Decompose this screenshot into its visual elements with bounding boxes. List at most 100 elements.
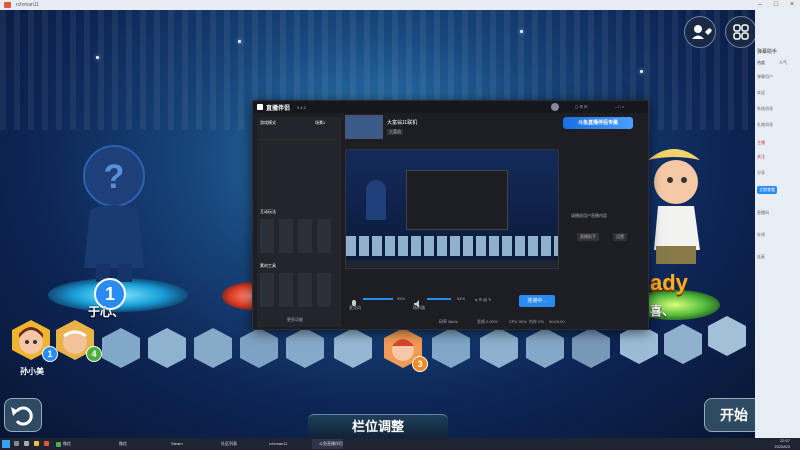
taskbar-item[interactable]: 社区列表	[214, 439, 237, 449]
start-button[interactable]: 开始	[704, 398, 755, 432]
window-titlebar: rcfxman11 – □ ×	[0, 0, 800, 10]
window-title: rcfxman11	[16, 2, 39, 8]
character-slot[interactable]	[708, 316, 746, 356]
character-slot[interactable]	[620, 324, 658, 364]
taskbar-item[interactable]: Steam	[164, 439, 183, 449]
explorer-icon[interactable]	[34, 441, 39, 446]
character-slot[interactable]	[334, 328, 372, 368]
minimize-button[interactable]: –	[752, 0, 768, 10]
app-header: 直播伴侣 9.4.2 ◻ ⚙ ✉ – □ ×	[253, 101, 648, 113]
character-slot[interactable]	[526, 328, 564, 368]
live-room-thumbnail[interactable]	[345, 115, 383, 139]
stat-duration: 00:00:00	[549, 319, 565, 324]
character-slot[interactable]	[148, 328, 186, 368]
panel-line: 弹幕用户	[757, 74, 773, 79]
panel-line: 分享	[757, 170, 765, 175]
material-tools-grid[interactable]	[260, 273, 336, 307]
speaker-icon[interactable]	[413, 295, 423, 308]
user-avatar[interactable]	[551, 103, 559, 111]
player-badge: 1	[42, 346, 58, 362]
panel-line: 主播	[757, 140, 765, 145]
character-slot[interactable]	[432, 328, 470, 368]
stat-bitrate: 码率 0kb/s	[439, 319, 458, 324]
browser-icon[interactable]	[44, 441, 49, 446]
stream-preview	[345, 149, 559, 269]
stat-dropframes: 丢帧 0.00%	[477, 319, 498, 324]
panel-tab[interactable]: 热度	[757, 60, 765, 66]
third-badge: 3	[412, 356, 428, 372]
preview-taskbar	[346, 260, 558, 268]
speaker-volume-slider[interactable]	[427, 298, 451, 300]
wechat-icon	[56, 442, 61, 447]
panel-line: 连麦	[757, 254, 765, 259]
character-slot[interactable]	[102, 328, 140, 368]
task-view-icon[interactable]	[24, 441, 29, 446]
character-slot[interactable]	[572, 328, 610, 368]
panel-line: 直播间	[757, 210, 769, 215]
mic-icon[interactable]	[349, 295, 359, 306]
windows-taskbar: 微信 微信 Steam 社区列表 rcfxman11 斗鱼直播伴侣 22:57 …	[0, 438, 800, 450]
panel-view-button[interactable]: 立即查看	[757, 186, 777, 194]
panel-title: 弹幕助手	[757, 49, 778, 55]
promo-banner[interactable]: 斗鱼直播伴侣专属	[563, 117, 633, 129]
character-slot[interactable]	[286, 328, 324, 368]
second-badge: 4	[86, 346, 102, 362]
live-room-tag[interactable]: 大富翁	[387, 129, 403, 135]
mic-volume-slider[interactable]	[363, 298, 393, 300]
panel-tab[interactable]: 人气	[779, 60, 787, 66]
heart-user-icon	[692, 25, 712, 39]
app-name: 直播伴侣	[266, 106, 291, 112]
mic-percent: 99%	[397, 296, 406, 301]
preview-character-bar	[346, 236, 558, 256]
right-slot-banner: ady	[650, 270, 688, 295]
panel-line: 欢迎	[757, 90, 765, 95]
character-slot[interactable]	[664, 324, 702, 364]
back-button[interactable]	[4, 398, 42, 432]
mystery-character-icon: ?	[83, 145, 145, 282]
grid-icon	[733, 24, 749, 40]
search-icon[interactable]	[14, 441, 19, 446]
character-slot[interactable]	[480, 328, 518, 368]
start-menu-icon[interactable]	[2, 440, 10, 448]
tool-icons[interactable]: ● ⚙ ▤ ✎	[475, 297, 491, 302]
start-live-button[interactable]: 连接中...	[519, 295, 555, 307]
more-features-link[interactable]: 更多功能	[287, 317, 303, 323]
app-logo-icon	[257, 104, 263, 110]
assistant-button[interactable]: 直播助手	[577, 233, 599, 241]
settings-button[interactable]: 设置	[613, 233, 627, 241]
sparkle-icon	[96, 56, 99, 59]
interactive-section-title: 互动玩法	[260, 209, 276, 214]
window-controls[interactable]: – □ ×	[615, 104, 624, 109]
player-name: 孙小美	[20, 367, 44, 376]
close-button[interactable]: ×	[784, 0, 800, 10]
panel-line: 关注	[757, 154, 765, 159]
mode-selector[interactable]: 游戏模式	[260, 120, 276, 126]
sparkle-icon	[640, 70, 643, 73]
taskbar-item-active[interactable]: 斗鱼直播伴侣	[312, 439, 343, 449]
slot-adjust-tab[interactable]: 栏位调整	[308, 414, 448, 438]
taskbar-item[interactable]: rcfxman11	[262, 439, 287, 449]
mic-label: 麦克风	[349, 305, 361, 310]
scene-panel: 游戏模式 场景1 互动玩法 素材工具 更多功能	[257, 117, 341, 327]
taskbar-item[interactable]: 微信	[56, 439, 71, 449]
taskbar-item[interactable]: 微信	[112, 439, 127, 449]
undo-arrow-icon	[11, 406, 33, 426]
hat-character-icon	[648, 149, 700, 264]
maximize-button[interactable]: □	[768, 0, 784, 10]
character-slot[interactable]	[240, 328, 278, 368]
clock[interactable]: 22:57 2025/8/3	[760, 438, 790, 450]
streaming-app-window: 直播伴侣 9.4.2 ◻ ⚙ ✉ – □ × 游戏模式 场景1 互动玩法 素材工…	[252, 100, 649, 330]
material-section-title: 素材工具	[260, 263, 276, 268]
header-icons[interactable]: ◻ ⚙ ✉	[575, 104, 587, 109]
sparkle-icon	[520, 30, 523, 33]
menu-grid-button[interactable]	[725, 16, 755, 48]
scene-tab[interactable]: 场景1	[315, 120, 325, 126]
clock-date: 2025/8/3	[774, 444, 790, 449]
stat-cpu: CPU 30%	[509, 319, 527, 324]
speaker-percent: 54%	[457, 296, 466, 301]
character-slot[interactable]	[194, 328, 232, 368]
friends-button[interactable]	[684, 16, 716, 48]
panel-line: 在线	[757, 232, 765, 237]
interactive-tools-grid[interactable]	[260, 219, 336, 253]
danmaku-panel: 弹幕助手 热度 人气 弹幕用户 欢迎 系统消息 礼物消息 主播 关注 分享 立即…	[755, 10, 800, 438]
